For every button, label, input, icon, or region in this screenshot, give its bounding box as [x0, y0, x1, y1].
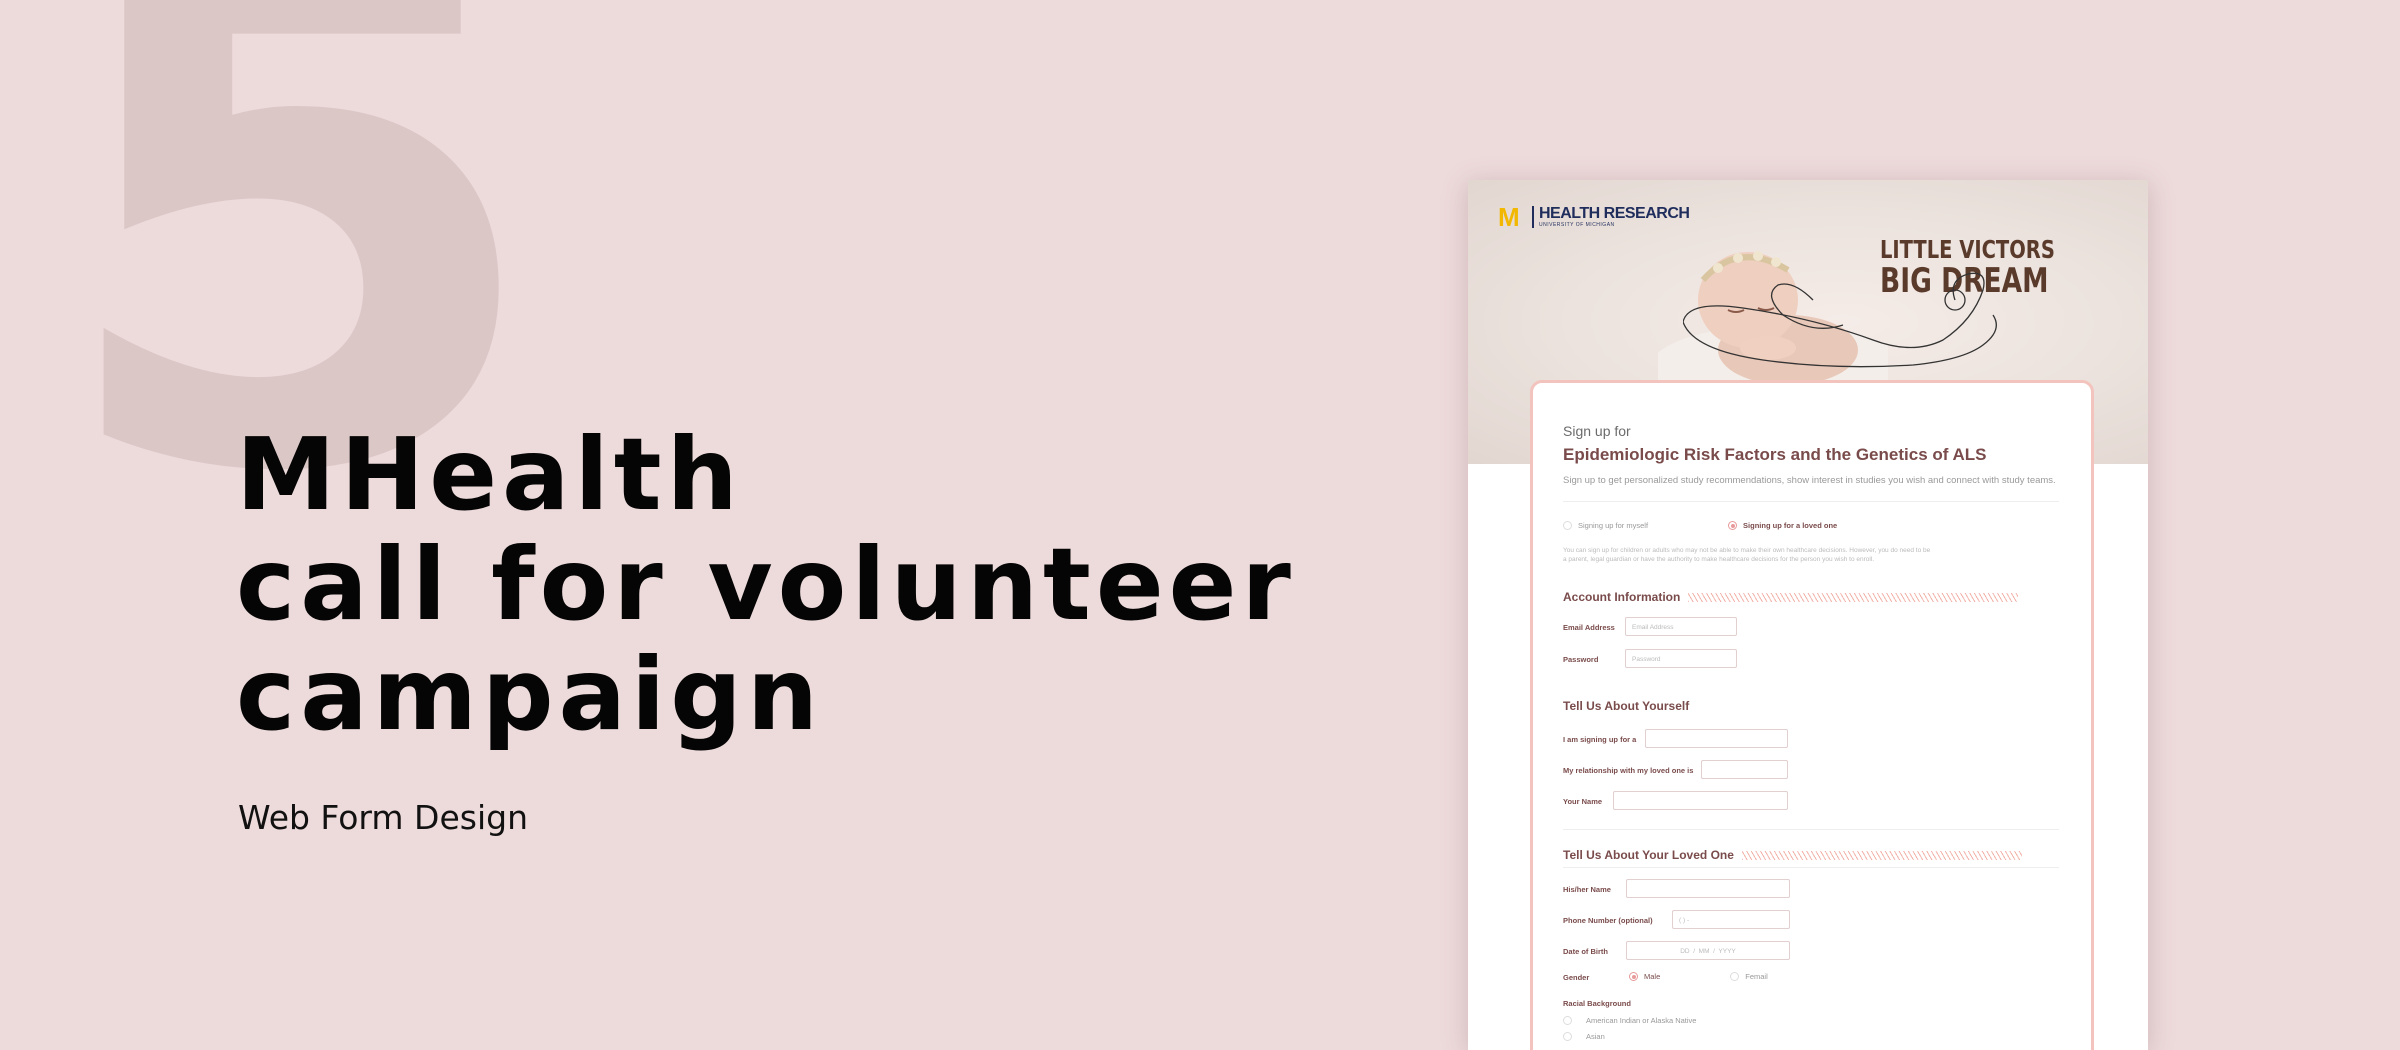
dob-month: MM: [1698, 948, 1710, 955]
signup-form-card: Sign up for Epidemiologic Risk Factors a…: [1530, 380, 2094, 1050]
gender-female-radio[interactable]: [1730, 972, 1740, 981]
radio-loved-one[interactable]: [1728, 521, 1738, 530]
dob-label: Date of Birth: [1563, 947, 1608, 956]
yourself-section-heading: Tell Us About Yourself: [1563, 699, 1690, 713]
radio-loved-one-label: Signing up for a loved one: [1743, 521, 1838, 530]
relationship-label: My relationship with my loved one is: [1563, 766, 1694, 775]
study-description: Sign up to get personalized study recomm…: [1563, 475, 2056, 486]
password-input[interactable]: Password: [1625, 649, 1737, 668]
email-label: Email Address: [1563, 623, 1615, 632]
gender-options: Male Femail: [1629, 972, 1768, 981]
stethoscope-illustration: [1683, 272, 1997, 368]
email-input[interactable]: Email Address: [1625, 617, 1737, 636]
racial-checkbox[interactable]: [1563, 1016, 1572, 1025]
your-name-input[interactable]: [1613, 791, 1788, 810]
dob-year: YYYY: [1718, 948, 1736, 955]
racial-checkbox[interactable]: [1563, 1032, 1572, 1041]
relationship-input[interactable]: [1701, 760, 1788, 779]
signing-for-input[interactable]: [1645, 729, 1788, 748]
phone-label: Phone Number (optional): [1563, 916, 1653, 925]
loved-one-section-heading: Tell Us About Your Loved One: [1563, 848, 2022, 862]
racial-option[interactable]: American Indian or Alaska Native: [1563, 1016, 1696, 1025]
radio-myself[interactable]: [1563, 521, 1572, 530]
headline-line-1: MHealth: [236, 416, 743, 533]
dob-input[interactable]: DD / MM / YYYY: [1626, 941, 1790, 960]
racial-option-label: Asian: [1586, 1032, 1605, 1041]
racial-label: Racial Background: [1563, 999, 1631, 1008]
signup-note: You can sign up for children or adults w…: [1563, 547, 1931, 563]
subtitle: Web Form Design: [238, 798, 528, 837]
loved-one-heading-text: Tell Us About Your Loved One: [1563, 848, 1734, 862]
phone-input[interactable]: ( ) -: [1672, 910, 1790, 929]
signup-label: Sign up for: [1563, 423, 1631, 439]
headline: MHealth call for volunteer campaign: [236, 420, 1296, 750]
signing-for-label: I am signing up for a: [1563, 735, 1637, 744]
loved-name-label: His/her Name: [1563, 885, 1611, 894]
headline-line-2: call for volunteer: [236, 526, 1296, 643]
form-mockup: M HEALTH RESEARCH UNIVERSITY OF MICHIGAN…: [1468, 180, 2148, 1050]
password-label: Password: [1563, 655, 1599, 664]
gender-male-radio[interactable]: [1629, 972, 1638, 981]
racial-option[interactable]: Asian: [1563, 1032, 1605, 1041]
michigan-m-icon: M: [1498, 202, 1520, 232]
headline-line-3: campaign: [236, 636, 824, 753]
hatch-divider: [1741, 850, 2022, 860]
hatch-divider: [1688, 592, 2019, 602]
radio-myself-label: Signing up for myself: [1578, 521, 1649, 530]
racial-option-label: American Indian or Alaska Native: [1586, 1016, 1697, 1025]
account-section-heading: Account Information: [1563, 590, 2019, 604]
gender-female-label: Femail: [1745, 972, 1768, 981]
account-heading-text: Account Information: [1563, 590, 1681, 604]
dob-day: DD: [1680, 948, 1690, 955]
gender-male-label: Male: [1644, 972, 1661, 981]
study-title: Epidemiologic Risk Factors and the Genet…: [1563, 445, 1987, 464]
loved-name-input[interactable]: [1626, 879, 1790, 898]
signup-type-radios: Signing up for myself Signing up for a l…: [1563, 521, 1837, 530]
gender-label: Gender: [1563, 973, 1590, 982]
your-name-label: Your Name: [1563, 797, 1603, 806]
